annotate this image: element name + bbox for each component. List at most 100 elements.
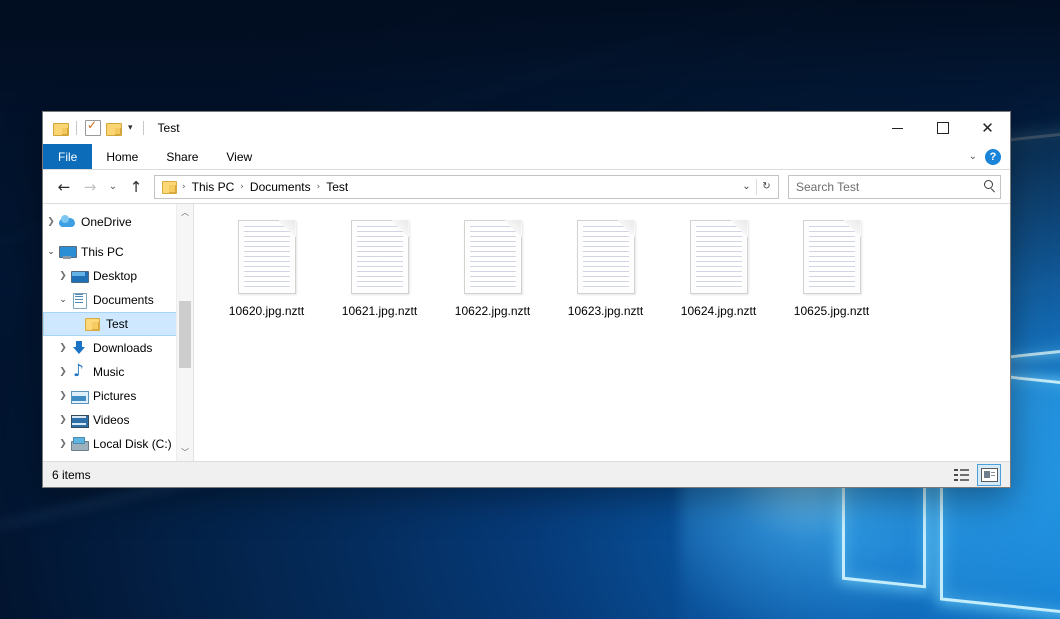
navigation-pane-scrollbar[interactable]: ︿ ﹀ [176,204,193,461]
file-item[interactable]: 10624.jpg.nztt [662,218,775,338]
maximize-button[interactable] [920,112,965,144]
generic-document-icon [351,220,409,294]
breadcrumb-item-this-pc[interactable]: This PC [188,180,239,194]
large-icons-view-button[interactable] [977,464,1001,486]
system-menu-folder-icon[interactable] [53,122,68,135]
sidebar-item-label: Local Disk (C:) [93,437,172,451]
breadcrumb-item-documents[interactable]: Documents [246,180,315,194]
title-bar: ▾ Test ✕ [43,112,1010,144]
address-bar-controls: ⌄ ↻ [737,177,776,197]
new-folder-icon[interactable] [106,122,121,135]
chevron-right-icon[interactable]: ❯ [55,415,71,425]
breadcrumb-separator[interactable]: › [315,182,323,192]
sidebar-item-music[interactable]: ❯ Music [43,360,193,384]
refresh-icon: ↻ [762,181,770,192]
navigation-pane: ❯ OneDrive ⌄ This PC ❯ Desktop ⌄ [43,204,194,461]
sidebar-item-local-disk[interactable]: ❯ Local Disk (C:) [43,432,193,456]
chevron-down-icon[interactable]: ⌄ [43,247,59,257]
sidebar-item-videos[interactable]: ❯ Videos [43,408,193,432]
maximize-icon [937,122,949,134]
refresh-button[interactable]: ↻ [757,177,776,197]
pictures-icon [71,388,87,404]
sidebar-item-downloads[interactable]: ❯ Downloads [43,336,193,360]
local-disk-icon [71,436,87,452]
music-icon [71,364,87,380]
tab-view[interactable]: View [212,144,266,169]
scrollbar-thumb[interactable] [179,301,191,368]
sidebar-item-pictures[interactable]: ❯ Pictures [43,384,193,408]
sidebar-item-desktop[interactable]: ❯ Desktop [43,264,193,288]
large-icons-view-icon [981,468,998,482]
this-pc-icon [59,244,75,260]
ribbon-spacer [266,144,968,169]
expand-ribbon-chevron-down-icon[interactable]: ⌄ [969,151,977,162]
forward-button[interactable]: → [78,175,102,199]
generic-document-icon [803,220,861,294]
up-button[interactable]: ↑ [124,175,148,199]
sidebar-item-this-pc[interactable]: ⌄ This PC [43,240,193,264]
file-item[interactable]: 10623.jpg.nztt [549,218,662,338]
close-icon: ✕ [981,121,994,136]
scrollbar-track[interactable] [177,221,193,444]
chevron-down-icon: ⌄ [742,181,750,192]
file-item[interactable]: 10622.jpg.nztt [436,218,549,338]
chevron-right-icon[interactable]: ❯ [55,391,71,401]
file-item[interactable]: 10625.jpg.nztt [775,218,888,338]
chevron-right-icon[interactable]: ❯ [55,367,71,377]
window-controls: ✕ [875,112,1010,144]
details-view-icon [954,469,969,481]
recent-locations-button[interactable]: ⌄ [104,175,122,199]
desktop: ▾ Test ✕ File Home Share View ⌄ ? [0,0,1060,619]
scroll-up-icon[interactable]: ︿ [177,204,193,221]
file-name-label: 10621.jpg.nztt [339,303,420,319]
customize-quick-access-chevron-down-icon[interactable]: ▾ [126,124,135,133]
view-mode-buttons [949,464,1001,486]
chevron-right-icon[interactable]: ❯ [43,217,59,227]
close-button[interactable]: ✕ [965,112,1010,144]
properties-checkbox-icon[interactable] [85,120,101,136]
folder-icon [84,316,100,332]
breadcrumb-item-test[interactable]: Test [322,180,352,194]
details-view-button[interactable] [949,464,973,486]
back-button[interactable]: ← [52,175,76,199]
tab-home[interactable]: Home [92,144,152,169]
tab-share[interactable]: Share [152,144,212,169]
chevron-right-icon[interactable]: ❯ [55,271,71,281]
help-icon[interactable]: ? [985,149,1001,165]
ribbon-right-controls: ⌄ ? [969,144,1010,169]
window-title: Test [158,121,180,135]
minimize-button[interactable] [875,112,920,144]
sidebar-item-test[interactable]: Test [43,312,193,336]
file-list-pane[interactable]: 10620.jpg.nztt 10621.jpg.nztt 10622.jpg.… [194,204,1010,461]
onedrive-icon [59,214,75,230]
generic-document-icon [464,220,522,294]
address-dropdown-button[interactable]: ⌄ [737,177,756,197]
address-bar[interactable]: › This PC › Documents › Test ⌄ ↻ [154,175,779,199]
file-item[interactable]: 10620.jpg.nztt [210,218,323,338]
videos-icon [71,412,87,428]
sidebar-item-label: Desktop [93,269,137,283]
scroll-down-icon[interactable]: ﹀ [177,444,193,461]
file-name-label: 10623.jpg.nztt [565,303,646,319]
chevron-right-icon[interactable]: ❯ [55,343,71,353]
search-input[interactable]: Search Test [796,180,983,194]
sidebar-item-label: OneDrive [81,215,132,229]
file-name-label: 10625.jpg.nztt [791,303,872,319]
generic-document-icon [238,220,296,294]
generic-document-icon [577,220,635,294]
quick-access-toolbar: ▾ Test [43,120,180,136]
sidebar-item-onedrive[interactable]: ❯ OneDrive [43,210,193,234]
search-icon[interactable] [983,180,996,193]
search-box[interactable]: Search Test [788,175,1001,199]
sidebar-item-label: Documents [93,293,154,307]
tab-file[interactable]: File [43,144,92,169]
chevron-down-icon: ⌄ [109,181,117,192]
file-item[interactable]: 10621.jpg.nztt [323,218,436,338]
breadcrumb-folder-icon[interactable] [161,179,177,195]
breadcrumb: › This PC › Documents › Test [160,179,737,195]
sidebar-item-label: Downloads [93,341,152,355]
chevron-right-icon[interactable]: ❯ [55,439,71,449]
breadcrumb-separator[interactable]: › [238,182,246,192]
sidebar-item-documents[interactable]: ⌄ Documents [43,288,193,312]
chevron-down-icon[interactable]: ⌄ [55,295,71,305]
